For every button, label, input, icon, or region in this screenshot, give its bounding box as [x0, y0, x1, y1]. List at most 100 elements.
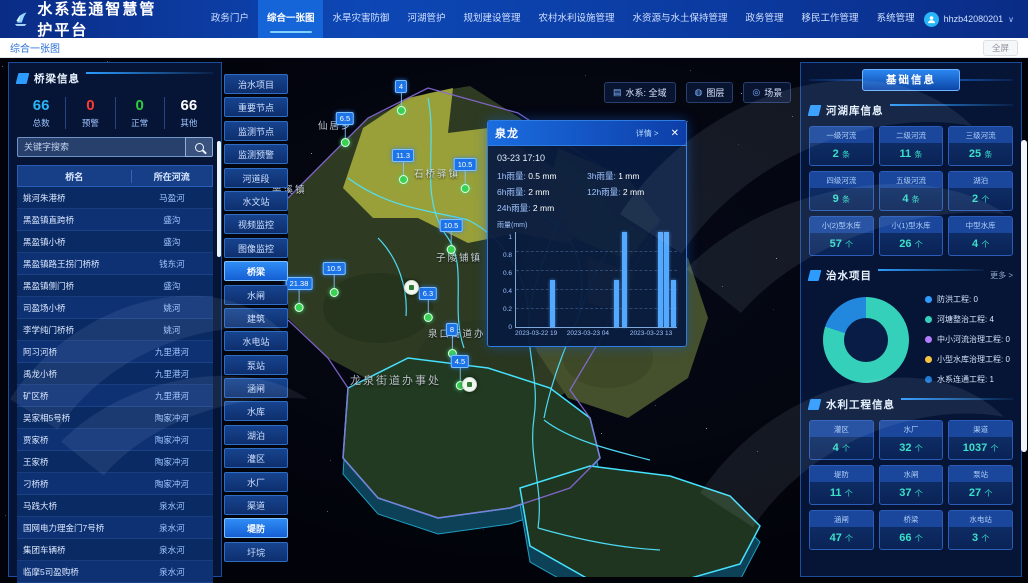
layer-item-图像监控[interactable]: 图像监控	[224, 238, 288, 258]
table-row[interactable]: 司盈场小桥姚河	[17, 297, 213, 319]
map-control-图层[interactable]: ◍图层	[686, 82, 734, 103]
layer-item-湖泊[interactable]: 湖泊	[224, 425, 288, 445]
map-control-场景[interactable]: ◎场景	[743, 82, 791, 103]
layer-item-监测节点[interactable]: 监测节点	[224, 121, 288, 141]
layer-item-监测预警[interactable]: 监测预警	[224, 144, 288, 164]
table-row[interactable]: 矿区桥九里港河	[17, 385, 213, 407]
layer-item-建筑[interactable]: 建筑	[224, 308, 288, 328]
bridge-name-cell: 临摩5司盈购桥	[17, 566, 131, 578]
gridline	[516, 270, 677, 271]
table-row[interactable]: 黑盈镇路王拐门桥桥钱东河	[17, 253, 213, 275]
layer-item-泵站[interactable]: 泵站	[224, 355, 288, 375]
water-level-marker[interactable]: 10.5	[454, 158, 477, 193]
water-level-marker[interactable]: 6.5	[336, 112, 354, 147]
nav-item-移民工作管理[interactable]: 移民工作管理	[793, 0, 868, 38]
table-row[interactable]: 集团车辆桥泉水河	[17, 539, 213, 561]
stat-card-水闸[interactable]: 水闸37 个	[879, 465, 944, 505]
table-row[interactable]: 马践大桥泉水河	[17, 495, 213, 517]
water-level-marker[interactable]: 6.3	[419, 287, 437, 322]
layer-item-涵闸[interactable]: 涵闸	[224, 378, 288, 398]
nav-item-水资源与水土保持管理[interactable]: 水资源与水土保持管理	[624, 0, 737, 38]
user-menu[interactable]: hhzb42080201 ∨	[924, 12, 1028, 27]
marker-stem	[345, 125, 346, 138]
popup-detail-link[interactable]: 详情 >	[636, 128, 659, 139]
nav-item-综合一张图[interactable]: 综合一张图	[258, 0, 324, 38]
stat-card-渠道[interactable]: 渠道1037 个	[948, 420, 1013, 460]
nav-item-系统管理[interactable]: 系统管理	[868, 0, 924, 38]
stat-card-涵闸[interactable]: 涵闸47 个	[809, 510, 874, 550]
water-level-marker[interactable]: 10.5	[323, 262, 346, 297]
layer-item-视频监控[interactable]: 视频监控	[224, 214, 288, 234]
water-level-marker[interactable]: 11.3	[392, 149, 414, 184]
nav-item-政务门户[interactable]: 政务门户	[202, 0, 258, 38]
stat-card-三级河流[interactable]: 三级河流25 条	[948, 126, 1013, 166]
nav-item-规划建设管理[interactable]: 规划建设管理	[454, 0, 529, 38]
layer-item-水文站[interactable]: 水文站	[224, 191, 288, 211]
nav-item-农村水利设施管理[interactable]: 农村水利设施管理	[530, 0, 624, 38]
table-row[interactable]: 姚河朱港桥马盈河	[17, 187, 213, 209]
table-row[interactable]: 国网电力理金门7号桥泉水河	[17, 517, 213, 539]
stat-card-湖泊[interactable]: 湖泊2 个	[948, 171, 1013, 211]
nav-item-政务管理[interactable]: 政务管理	[737, 0, 793, 38]
stat-card-二级河流[interactable]: 二级河流11 条	[879, 126, 944, 166]
layer-item-水电站[interactable]: 水电站	[224, 331, 288, 351]
table-row[interactable]: 阿习河桥九里港河	[17, 341, 213, 363]
table-row[interactable]: 黑盈镇侧门桥盛沟	[17, 275, 213, 297]
rain-metric: 12h雨量: 2 mm	[587, 184, 677, 200]
layer-item-渠道[interactable]: 渠道	[224, 495, 288, 515]
table-row[interactable]: 禹龙小桥九里港河	[17, 363, 213, 385]
stat-card-小(1)型水库[interactable]: 小(1)型水库26 个	[879, 216, 944, 256]
stat-card-水电站[interactable]: 水电站3 个	[948, 510, 1013, 550]
layer-item-桥梁[interactable]: 桥梁	[224, 261, 288, 281]
card-unit: 个	[913, 489, 923, 498]
window-scrollbar[interactable]	[1021, 140, 1027, 452]
stat-card-四级河流[interactable]: 四级河流9 条	[809, 171, 874, 211]
table-row[interactable]: 黑盈镇直跨桥盛沟	[17, 209, 213, 231]
table-row[interactable]: 李学纯门桥桥姚河	[17, 319, 213, 341]
stat-card-水厂[interactable]: 水厂32 个	[879, 420, 944, 460]
map-control-水系: 全域[interactable]: ▤水系: 全域	[604, 82, 676, 103]
stat-card-堤防[interactable]: 堤防11 个	[809, 465, 874, 505]
table-row[interactable]: 临摩5司盈购桥泉水河	[17, 561, 213, 583]
table-row[interactable]: 吴家相5号桥陶家冲河	[17, 407, 213, 429]
layer-item-治水项目[interactable]: 治水项目	[224, 74, 288, 94]
search-button[interactable]	[185, 137, 213, 157]
stat-card-小(2)型水库[interactable]: 小(2)型水库57 个	[809, 216, 874, 256]
table-scrollbar[interactable]	[217, 141, 221, 257]
layer-item-水库[interactable]: 水库	[224, 401, 288, 421]
table-row[interactable]: 贾家桥陶家冲河	[17, 429, 213, 451]
river-cell: 泉水河	[131, 544, 213, 556]
layer-item-圩垸[interactable]: 圩垸	[224, 542, 288, 562]
projects-more-link[interactable]: 更多 >	[990, 270, 1013, 281]
table-row[interactable]: 王家桥陶家冲河	[17, 451, 213, 473]
camera-station-icon[interactable]	[404, 280, 419, 295]
stat-card-中型水库[interactable]: 中型水库4 个	[948, 216, 1013, 256]
water-level-marker[interactable]: 4	[395, 80, 407, 115]
table-row[interactable]: 黑盈镇小桥盛沟	[17, 231, 213, 253]
water-level-marker[interactable]: 21.38	[286, 277, 313, 312]
stat-card-桥梁[interactable]: 桥梁66 个	[879, 510, 944, 550]
layer-item-河道段[interactable]: 河道段	[224, 168, 288, 188]
stat-card-五级河流[interactable]: 五级河流4 条	[879, 171, 944, 211]
fullscreen-button[interactable]: 全屏	[983, 40, 1018, 56]
card-value: 2 个	[949, 188, 1012, 210]
bridge-name-cell: 黑盈镇路王拐门桥桥	[17, 258, 131, 270]
stat-card-灌区[interactable]: 灌区4 个	[809, 420, 874, 460]
search-input[interactable]	[17, 137, 185, 157]
layer-item-灌区[interactable]: 灌区	[224, 448, 288, 468]
camera-station-icon[interactable]	[462, 377, 477, 392]
close-icon[interactable]: ✕	[671, 128, 679, 139]
nav-item-水旱灾害防御[interactable]: 水旱灾害防御	[323, 0, 398, 38]
stat-card-泵站[interactable]: 泵站27 个	[948, 465, 1013, 505]
stat-card-一级河流[interactable]: 一级河流2 条	[809, 126, 874, 166]
layer-item-堤防[interactable]: 堤防	[224, 518, 288, 538]
water-level-marker[interactable]: 10.5	[440, 219, 463, 254]
layer-item-重要节点[interactable]: 重要节点	[224, 97, 288, 117]
layer-item-水闸[interactable]: 水闸	[224, 285, 288, 305]
table-row[interactable]: 刁桥桥陶家冲河	[17, 473, 213, 495]
nav-item-河湖管护[interactable]: 河湖管护	[398, 0, 454, 38]
basic-info-button[interactable]: 基础信息	[862, 69, 960, 91]
breadcrumb[interactable]: 综合一张图	[10, 40, 60, 55]
layer-item-水厂[interactable]: 水厂	[224, 472, 288, 492]
water-level-marker[interactable]: 8	[446, 323, 458, 358]
